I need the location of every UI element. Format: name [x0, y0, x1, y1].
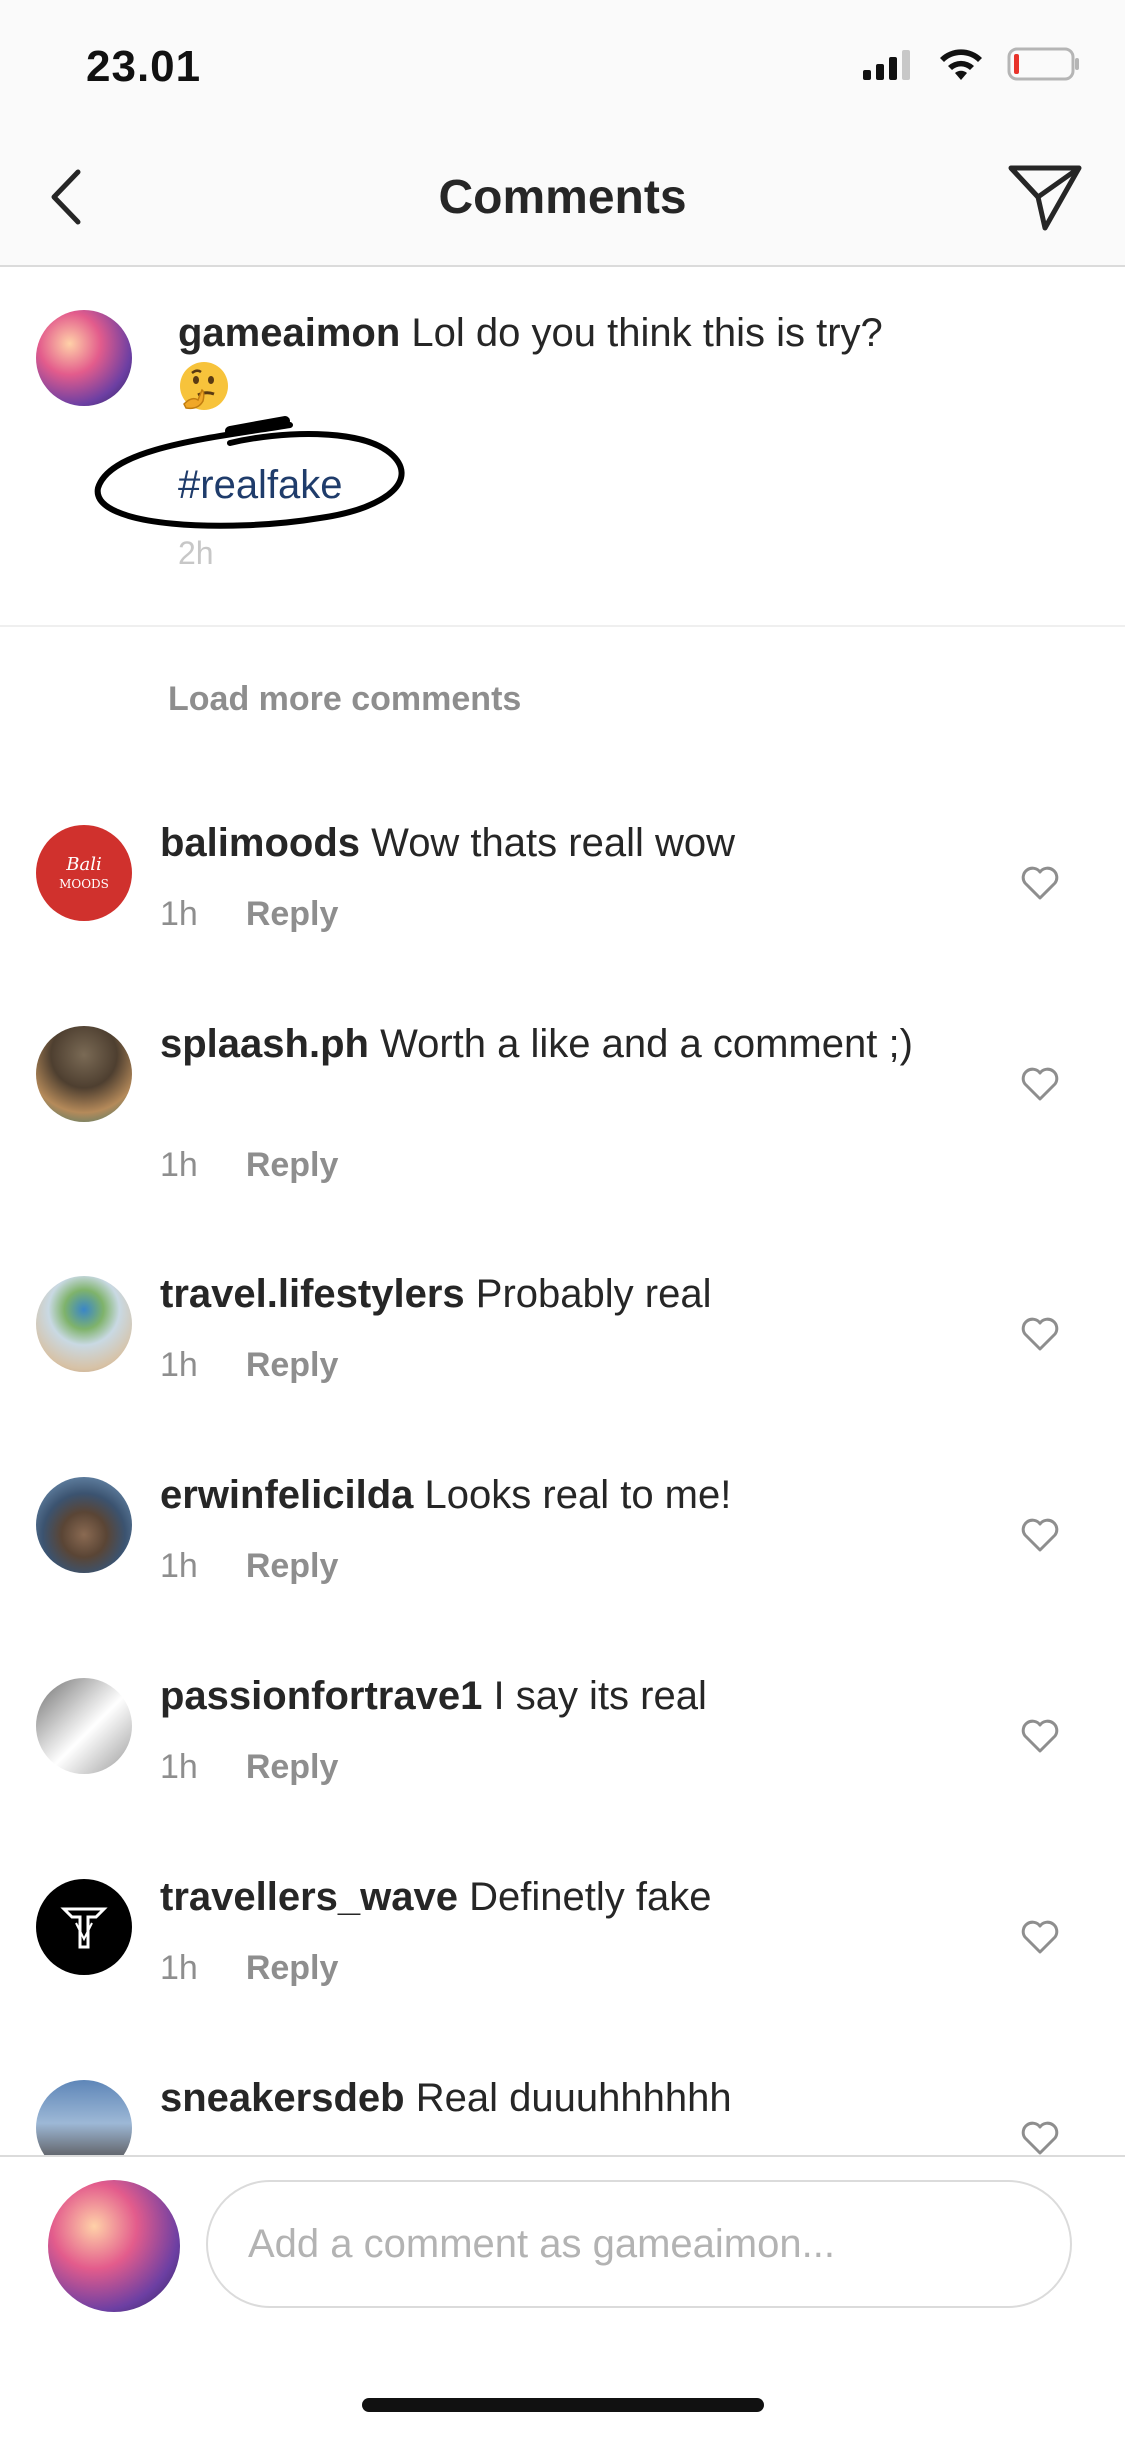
- comment-meta: 1h Reply: [160, 1346, 338, 1385]
- status-bar: 23.01: [0, 0, 1125, 130]
- comment-composer: [0, 2155, 1125, 2438]
- comment-text: travel.lifestylers Probably real: [160, 1270, 1000, 1318]
- load-more-comments[interactable]: Load more comments: [168, 680, 521, 719]
- avatar[interactable]: [36, 310, 132, 406]
- signal-icon: [863, 50, 910, 80]
- comment-body: Real duuuhhhhhh: [415, 2076, 732, 2120]
- reply-button[interactable]: Reply: [246, 1748, 339, 1787]
- thinking-face-emoji: [180, 362, 228, 410]
- avatar[interactable]: Bali MOODS: [36, 825, 132, 921]
- comment-time: 1h: [160, 895, 198, 933]
- comment-text: sneakersdeb Real duuuhhhhhh: [160, 2074, 1000, 2122]
- comment-username[interactable]: erwinfelicilda: [160, 1473, 413, 1517]
- comment-time: 1h: [160, 1346, 198, 1384]
- comment-time: 1h: [160, 1146, 198, 1184]
- svg-text:MOODS: MOODS: [59, 877, 109, 891]
- caption-time: 2h: [178, 535, 214, 571]
- caption: gameaimon Lol do you think this is try? …: [0, 265, 1125, 627]
- heart-icon[interactable]: [1020, 1919, 1060, 1955]
- heart-icon[interactable]: [1020, 1066, 1060, 1102]
- battery-icon: [1007, 47, 1079, 81]
- reply-button[interactable]: Reply: [246, 895, 339, 934]
- comment-username[interactable]: travel.lifestylers: [160, 1272, 465, 1316]
- comment-text: splaash.ph Worth a like and a comment ;): [160, 1020, 1000, 1068]
- comment-body: Worth a like and a comment ;): [380, 1022, 913, 1066]
- reply-button[interactable]: Reply: [246, 1346, 339, 1385]
- caption-username[interactable]: gameaimon: [178, 311, 400, 355]
- reply-button[interactable]: Reply: [246, 1547, 339, 1586]
- comment-meta: 1h Reply: [160, 1146, 338, 1185]
- avatar[interactable]: [36, 1879, 132, 1975]
- comment-text: balimoods Wow thats reall wow: [160, 819, 1000, 867]
- heart-icon[interactable]: [1020, 2120, 1060, 2156]
- comment-time: 1h: [160, 1748, 198, 1786]
- avatar[interactable]: [36, 1276, 132, 1372]
- comment-input[interactable]: [206, 2180, 1072, 2308]
- comment-body: Looks real to me!: [424, 1473, 732, 1517]
- comment-username[interactable]: travellers_wave: [160, 1875, 458, 1919]
- comment-meta: 1h Reply: [160, 895, 338, 934]
- wifi-icon: [940, 49, 982, 80]
- reply-button[interactable]: Reply: [246, 1146, 339, 1185]
- comment-text: erwinfelicilda Looks real to me!: [160, 1471, 1000, 1519]
- comment-body: Definetly fake: [469, 1875, 712, 1919]
- comment-username[interactable]: balimoods: [160, 821, 360, 865]
- send-paper-plane-icon[interactable]: [1005, 160, 1085, 234]
- heart-icon[interactable]: [1020, 1517, 1060, 1553]
- comment-meta: 1h Reply: [160, 1547, 338, 1586]
- comment-text: passionfortrave1 I say its real: [160, 1672, 1000, 1720]
- my-avatar: [48, 2180, 180, 2312]
- home-indicator[interactable]: [362, 2398, 764, 2412]
- comment-body: I say its real: [493, 1674, 707, 1718]
- avatar[interactable]: [36, 1678, 132, 1774]
- comment-meta: 1h Reply: [160, 1949, 338, 1988]
- comment-text: travellers_wave Definetly fake: [160, 1873, 1000, 1921]
- status-icons: [863, 46, 1081, 82]
- avatar[interactable]: [36, 1477, 132, 1573]
- comment-body: Wow thats reall wow: [371, 821, 735, 865]
- caption-hashtag[interactable]: #realfake: [178, 463, 343, 508]
- travellers-wave-logo: [60, 1907, 108, 1949]
- page-title: Comments: [438, 171, 687, 224]
- heart-icon[interactable]: [1020, 1316, 1060, 1352]
- avatar[interactable]: [36, 1026, 132, 1122]
- header: Comments: [0, 130, 1125, 267]
- reply-button[interactable]: Reply: [246, 1949, 339, 1988]
- heart-icon[interactable]: [1020, 1718, 1060, 1754]
- bali-moods-logo: Bali MOODS: [59, 854, 109, 891]
- comment-meta: 1h Reply: [160, 1748, 338, 1787]
- caption-body: Lol do you think this is try?: [411, 311, 883, 355]
- comment-body: Probably real: [475, 1272, 712, 1316]
- caption-text: gameaimon Lol do you think this is try?: [178, 307, 978, 359]
- comment-username[interactable]: splaash.ph: [160, 1022, 369, 1066]
- status-time: 23.01: [86, 42, 202, 91]
- comment-username[interactable]: sneakersdeb: [160, 2076, 405, 2120]
- comment-time: 1h: [160, 1547, 198, 1585]
- svg-text:Bali: Bali: [65, 854, 101, 875]
- comment-username[interactable]: passionfortrave1: [160, 1674, 482, 1718]
- comment-time: 1h: [160, 1949, 198, 1987]
- heart-icon[interactable]: [1020, 865, 1060, 901]
